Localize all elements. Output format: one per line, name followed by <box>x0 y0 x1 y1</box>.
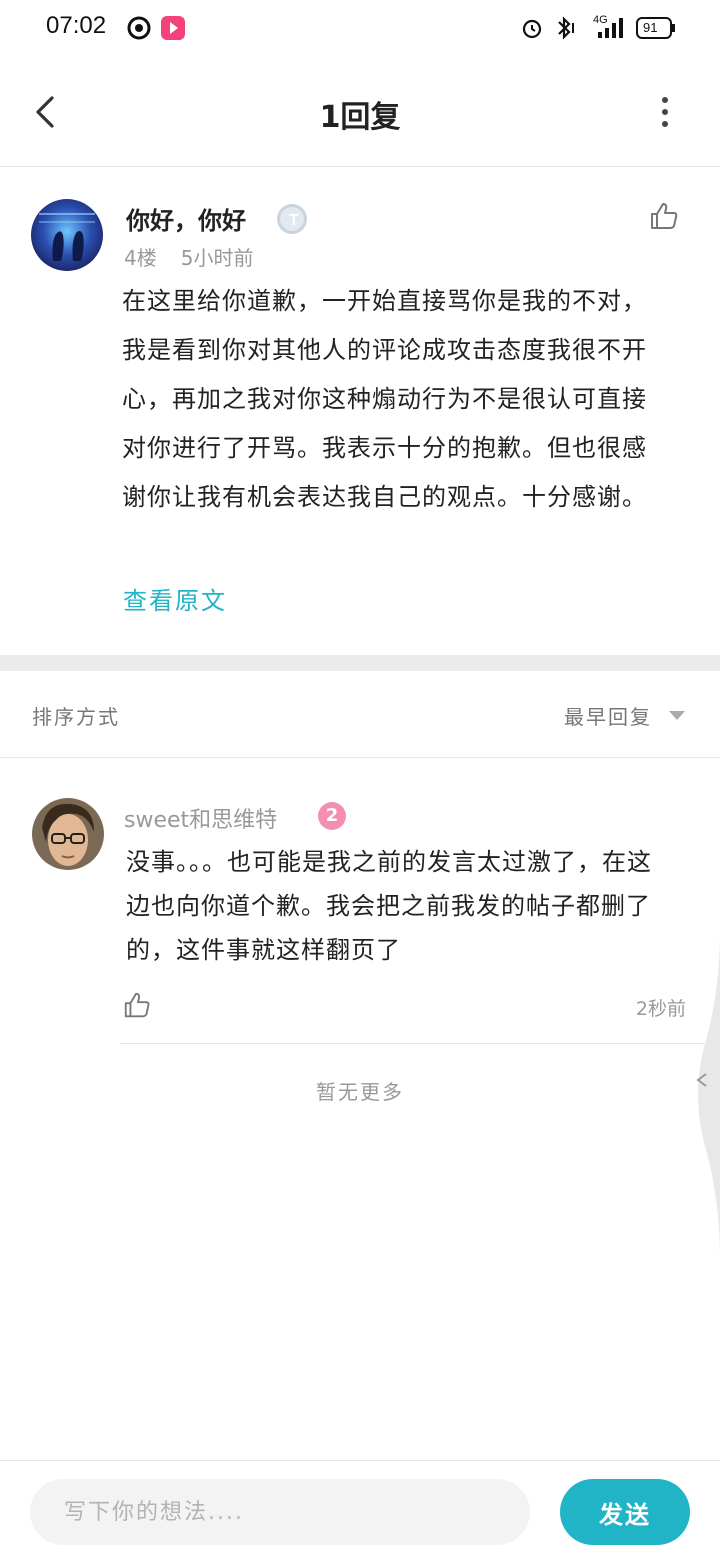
reply-divider <box>120 1043 720 1044</box>
app-bar: 1回复 <box>0 56 720 167</box>
netease-music-icon <box>127 16 151 40</box>
sort-bar: 排序方式 最早回复 <box>0 671 720 758</box>
caret-down-icon[interactable] <box>668 709 686 721</box>
more-options-icon[interactable] <box>650 92 680 132</box>
like-icon[interactable] <box>122 990 152 1020</box>
reply-time: 2秒前 <box>635 998 686 1020</box>
status-bar: 07:02 4G 91 <box>0 0 720 56</box>
svg-text:T: T <box>289 212 299 229</box>
avatar-image <box>31 199 103 271</box>
sort-dropdown[interactable]: 最早回复 <box>564 701 652 730</box>
edge-gesture-handle[interactable] <box>684 930 720 1260</box>
post-time: 5小时前 <box>180 246 254 270</box>
signal-icon <box>598 18 623 38</box>
page-title: 1回复 <box>319 100 401 135</box>
reply-username[interactable]: sweet和思维特 <box>124 802 277 834</box>
view-original-link[interactable]: 查看原文 <box>123 581 227 616</box>
reply-item: sweet和思维特 2 没事。。。也可能是我之前的发言太过激了，在这边也向你道个… <box>0 758 720 1048</box>
comment-input[interactable] <box>30 1479 530 1545</box>
send-button[interactable]: 发送 <box>560 1479 690 1545</box>
floor-number: 4楼 <box>124 246 157 270</box>
section-divider <box>0 655 720 671</box>
sort-label: 排序方式 <box>32 705 120 729</box>
like-icon[interactable] <box>648 200 680 232</box>
comment-composer: 发送 <box>0 1460 720 1561</box>
battery-level: 91 <box>643 20 658 35</box>
no-more-text: 暂无更多 <box>316 1080 404 1104</box>
avatar[interactable] <box>32 798 104 870</box>
post-meta: 4楼 5小时前 <box>124 242 277 271</box>
avatar[interactable] <box>31 199 103 271</box>
post-username[interactable]: 你好，你好 <box>126 201 246 236</box>
reply-content: 没事。。。也可能是我之前的发言太过激了，在这边也向你道个歉。我会把之前我发的帖子… <box>126 848 652 964</box>
original-post: 你好，你好 T 4楼 5小时前 在这里给你道歉，一开始直接骂你是我的不对，我是看到… <box>0 167 720 655</box>
level-badge-icon: T <box>277 204 307 234</box>
video-app-icon <box>161 16 185 40</box>
level-badge: 2 <box>318 802 346 830</box>
status-time: 07:02 <box>46 12 107 39</box>
post-content: 在这里给你道歉，一开始直接骂你是我的不对，我是看到你对其他人的评论成攻击态度我很… <box>122 287 647 511</box>
bluetooth-icon <box>558 16 574 40</box>
avatar-image <box>32 798 104 870</box>
alarm-icon <box>522 19 542 39</box>
